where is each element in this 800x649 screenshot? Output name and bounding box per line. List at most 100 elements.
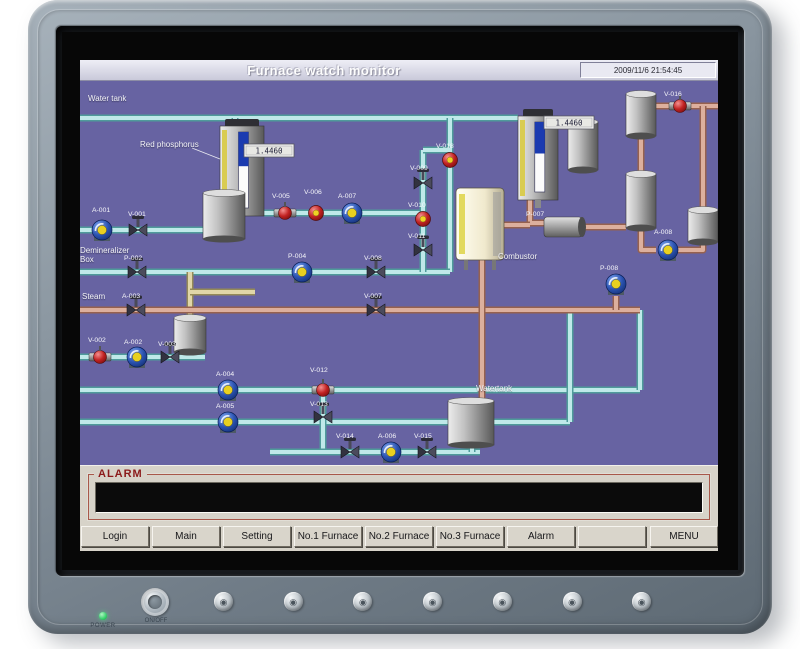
equipment-tag: V-003 xyxy=(158,341,176,348)
vessel-tank xyxy=(174,315,206,356)
bezel-controls: POWER ON/OFF ◉ ◉ ◉ ◉ ◉ ◉ ◉ xyxy=(28,580,772,634)
function-key-button-5[interactable]: ◉ xyxy=(493,592,512,611)
nav-button-no1-furnace[interactable]: No.1 Furnace xyxy=(294,526,362,547)
equipment-tag: V-001 xyxy=(128,211,146,218)
alarm-message-area xyxy=(95,482,703,513)
equipment-tag: A-005 xyxy=(216,403,234,410)
function-key-button-6[interactable]: ◉ xyxy=(563,592,582,611)
pump-A-002 xyxy=(127,347,147,368)
nav-button-no3-furnace[interactable]: No.3 Furnace xyxy=(436,526,504,547)
equipment-tag: P-004 xyxy=(288,253,306,260)
nav-button-login[interactable]: Login xyxy=(81,526,149,547)
alarm-label: ALARM xyxy=(94,468,147,480)
power-button-label: ON/OFF xyxy=(134,618,178,624)
process-diagram: 1.44601.4460A-001V-001P-002A-003V-002V-0… xyxy=(80,81,718,465)
function-key-button-3[interactable]: ◉ xyxy=(353,592,372,611)
equipment-tag: V-005 xyxy=(272,193,290,200)
power-label: POWER xyxy=(81,623,125,629)
power-led xyxy=(99,612,107,620)
screen-frame: Furnace watch monitor 2009/11/6 21:54:45… xyxy=(56,26,744,576)
diagram-label: Steam xyxy=(82,292,132,301)
function-key-icon: ◉ xyxy=(423,594,442,611)
diagram-label: Demineralizer Box xyxy=(80,246,138,264)
vessel-combustor xyxy=(456,188,504,270)
equipment-tag: A-002 xyxy=(124,339,142,346)
diagram-label: Water tank xyxy=(88,94,158,103)
equipment-tag: V-006 xyxy=(304,189,322,196)
nav-button-alarm[interactable]: Alarm xyxy=(507,526,575,547)
valve-V-018 xyxy=(443,153,458,168)
equipment-tag: V-014 xyxy=(336,433,354,440)
vessel-horizontal-cylinder xyxy=(544,217,586,237)
equipment-tag: A-001 xyxy=(92,207,110,214)
svg-text:1.4460: 1.4460 xyxy=(555,119,583,128)
pump-A-007 xyxy=(342,203,362,224)
equipment-tag: V-007 xyxy=(364,293,382,300)
equipment-tag: P-007 xyxy=(526,211,544,218)
function-key-icon: ◉ xyxy=(563,594,582,611)
function-key-button-4[interactable]: ◉ xyxy=(423,592,442,611)
nav-button-main[interactable]: Main xyxy=(152,526,220,547)
equipment-tag: V-010 xyxy=(408,202,426,209)
function-key-icon: ◉ xyxy=(284,594,303,611)
power-button-icon xyxy=(148,595,162,609)
pump-A-001 xyxy=(92,220,112,241)
hmi-screen: Furnace watch monitor 2009/11/6 21:54:45… xyxy=(80,60,718,551)
equipment-tag: V-016 xyxy=(664,91,682,98)
pump-A-008 xyxy=(658,240,678,261)
power-button[interactable] xyxy=(141,588,169,616)
equipment-tag: A-004 xyxy=(216,371,234,378)
nav-button-blank[interactable] xyxy=(578,526,646,547)
nav-button-setting[interactable]: Setting xyxy=(223,526,291,547)
svg-text:1.4460: 1.4460 xyxy=(255,147,283,156)
level-display: 1.4460 xyxy=(244,144,294,157)
diagram-label: Red phosphorus xyxy=(140,140,230,149)
pump-A-005 xyxy=(218,412,238,433)
alarm-panel: ALARM LoginMainSettingNo.1 FurnaceNo.2 F… xyxy=(80,465,718,551)
pump-A-006 xyxy=(381,442,401,463)
equipment-tag: A-006 xyxy=(378,433,396,440)
pump-A-004 xyxy=(218,380,238,401)
equipment-tag: V-009 xyxy=(410,165,428,172)
equipment-tag: V-011 xyxy=(408,233,425,240)
vessel-tank xyxy=(688,207,718,246)
nav-button-no2-furnace[interactable]: No.2 Furnace xyxy=(365,526,433,547)
valve-V-002 xyxy=(89,346,111,364)
valve-V-006 xyxy=(309,206,324,221)
equipment-tag: A-008 xyxy=(654,229,672,236)
equipment-tag: V-018 xyxy=(436,143,454,150)
function-key-icon: ◉ xyxy=(632,594,651,611)
pump-P-004 xyxy=(292,262,312,283)
alarm-groupbox: ALARM xyxy=(88,474,710,520)
vessel-tank xyxy=(626,91,656,140)
equipment-tag: V-015 xyxy=(414,433,432,440)
datetime-display: 2009/11/6 21:54:45 xyxy=(580,62,716,78)
function-key-icon: ◉ xyxy=(214,594,233,611)
diagram-label: Watertank xyxy=(476,384,546,393)
function-key-button-1[interactable]: ◉ xyxy=(214,592,233,611)
equipment-tag: A-007 xyxy=(338,193,356,200)
pump-P-008 xyxy=(606,274,626,295)
equipment-tag: P-008 xyxy=(600,265,618,272)
valve-V-012 xyxy=(312,379,334,397)
diagram-label: Combustor xyxy=(498,252,568,261)
monitor-chassis: Furnace watch monitor 2009/11/6 21:54:45… xyxy=(28,0,772,634)
diagram-canvas: 1.44601.4460A-001V-001P-002A-003V-002V-0… xyxy=(80,81,718,465)
function-key-icon: ◉ xyxy=(493,594,512,611)
equipment-tag: V-012 xyxy=(310,367,328,374)
equipment-tag: V-008 xyxy=(364,255,382,262)
vessel-tank xyxy=(203,190,245,243)
label-pointer-line xyxy=(192,148,220,159)
equipment-tag: V-002 xyxy=(88,337,106,344)
nav-button-menu[interactable]: MENU xyxy=(650,526,718,547)
lcd-panel: Furnace watch monitor 2009/11/6 21:54:45… xyxy=(62,32,738,570)
equipment-tag: V-013 xyxy=(310,401,328,408)
function-key-button-2[interactable]: ◉ xyxy=(284,592,303,611)
vessel-tank xyxy=(448,398,494,449)
vessel-tank xyxy=(626,171,656,232)
level-display: 1.4460 xyxy=(544,116,594,129)
function-key-icon: ◉ xyxy=(353,594,372,611)
page-title: Furnace watch monitor xyxy=(80,63,568,78)
title-bar: Furnace watch monitor 2009/11/6 21:54:45 xyxy=(80,60,718,81)
function-key-button-7[interactable]: ◉ xyxy=(632,592,651,611)
